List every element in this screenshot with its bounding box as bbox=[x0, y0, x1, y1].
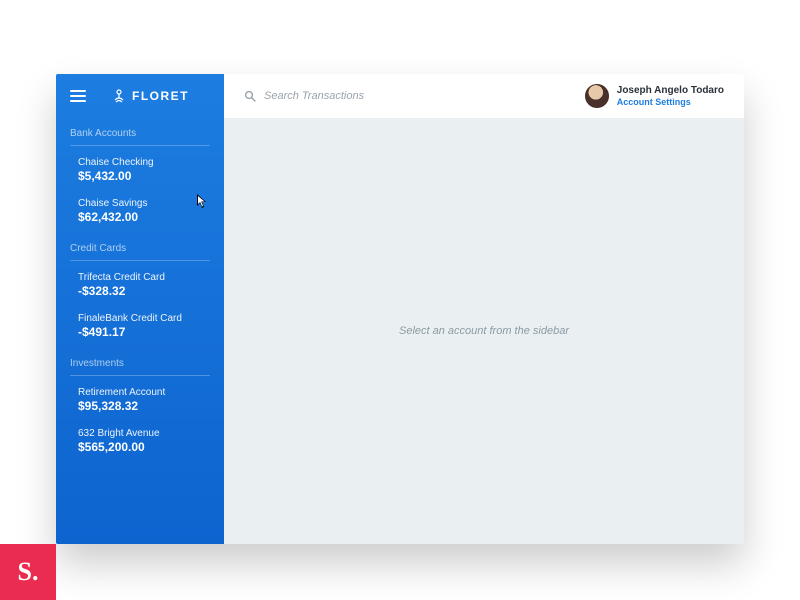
section-title: Bank Accounts bbox=[70, 128, 210, 146]
menu-icon[interactable] bbox=[70, 90, 86, 102]
sidebar-account-finalebank[interactable]: FinaleBank Credit Card -$491.17 bbox=[70, 308, 210, 349]
search-input[interactable] bbox=[264, 90, 484, 102]
section-title: Credit Cards bbox=[70, 243, 210, 261]
account-settings-link[interactable]: Account Settings bbox=[617, 97, 724, 108]
brand-name: FLORET bbox=[132, 89, 189, 103]
source-badge: S. bbox=[0, 544, 56, 600]
search bbox=[244, 90, 484, 102]
sidebar-header: FLORET bbox=[56, 74, 224, 118]
search-icon bbox=[244, 90, 256, 102]
account-balance: -$328.32 bbox=[78, 284, 210, 300]
sidebar-section-investments: Investments Retirement Account $95,328.3… bbox=[56, 348, 224, 463]
sidebar-section-bank: Bank Accounts Chaise Checking $5,432.00 … bbox=[56, 118, 224, 233]
sidebar-account-bright-avenue[interactable]: 632 Bright Avenue $565,200.00 bbox=[70, 423, 210, 464]
topbar: Joseph Angelo Todaro Account Settings bbox=[224, 74, 744, 118]
account-name: FinaleBank Credit Card bbox=[78, 312, 210, 325]
section-title: Investments bbox=[70, 358, 210, 376]
account-name: 632 Bright Avenue bbox=[78, 427, 210, 440]
sidebar-account-chaise-savings[interactable]: Chaise Savings $62,432.00 bbox=[70, 193, 210, 234]
user-meta: Joseph Angelo Todaro Account Settings bbox=[617, 85, 724, 108]
account-balance: $95,328.32 bbox=[78, 399, 210, 415]
account-balance: $565,200.00 bbox=[78, 440, 210, 456]
account-name: Trifecta Credit Card bbox=[78, 271, 210, 284]
sidebar-account-trifecta[interactable]: Trifecta Credit Card -$328.32 bbox=[70, 267, 210, 308]
sidebar-section-credit: Credit Cards Trifecta Credit Card -$328.… bbox=[56, 233, 224, 348]
main-content: Select an account from the sidebar bbox=[224, 118, 744, 544]
account-name: Chaise Checking bbox=[78, 156, 210, 169]
sidebar-account-retirement[interactable]: Retirement Account $95,328.32 bbox=[70, 382, 210, 423]
logo-icon bbox=[112, 88, 126, 104]
account-balance: $62,432.00 bbox=[78, 210, 210, 226]
user-menu[interactable]: Joseph Angelo Todaro Account Settings bbox=[585, 84, 724, 108]
account-balance: $5,432.00 bbox=[78, 169, 210, 185]
app-window: FLORET Bank Accounts Chaise Checking $5,… bbox=[56, 74, 744, 544]
user-name: Joseph Angelo Todaro bbox=[617, 85, 724, 97]
account-name: Retirement Account bbox=[78, 386, 210, 399]
sidebar-account-chaise-checking[interactable]: Chaise Checking $5,432.00 bbox=[70, 152, 210, 193]
account-balance: -$491.17 bbox=[78, 325, 210, 341]
brand: FLORET bbox=[112, 88, 189, 104]
empty-state-message: Select an account from the sidebar bbox=[399, 325, 569, 337]
avatar bbox=[585, 84, 609, 108]
account-name: Chaise Savings bbox=[78, 197, 210, 210]
sidebar: FLORET Bank Accounts Chaise Checking $5,… bbox=[56, 74, 224, 544]
badge-text: S. bbox=[18, 557, 39, 587]
